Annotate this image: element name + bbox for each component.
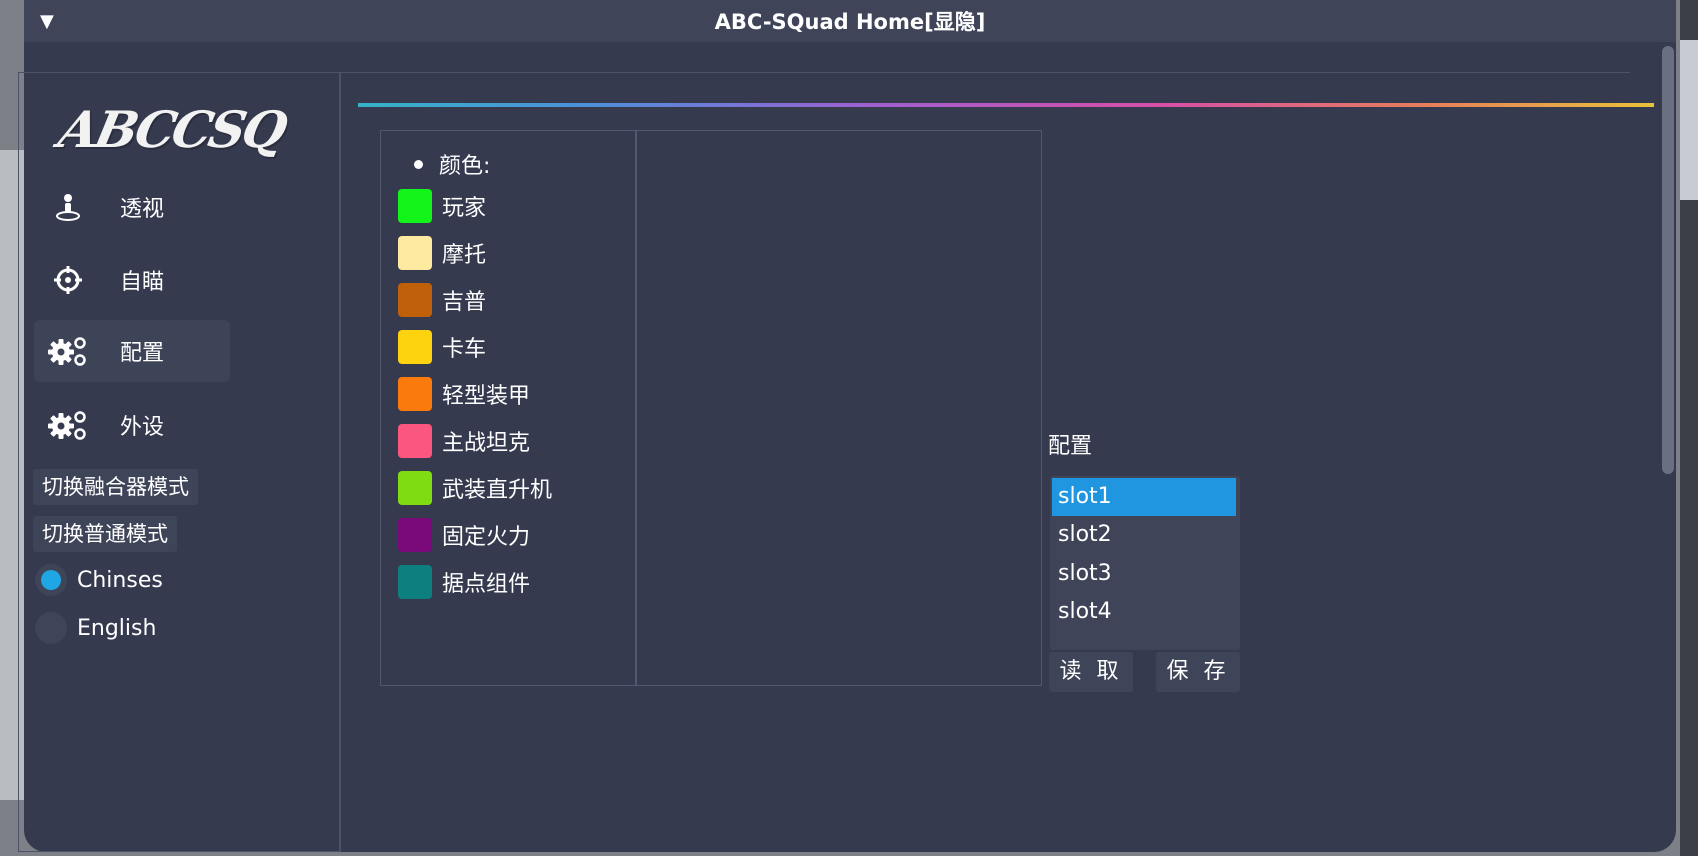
language-radio-english[interactable]: English [35, 612, 156, 644]
colors-header-text: 颜色: [439, 154, 491, 179]
colors-header: 颜色: [414, 148, 490, 180]
empty-panel [636, 130, 1042, 686]
radio-dot[interactable] [35, 564, 67, 596]
radio-fill [41, 570, 61, 590]
radio-dot[interactable] [35, 612, 67, 644]
color-swatch[interactable] [398, 236, 432, 270]
sidebar-item-label: 透视 [120, 197, 165, 222]
sidebar-item-peripherals[interactable]: 外设 [34, 394, 230, 456]
color-label: 玩家 [442, 196, 487, 221]
color-label: 吉普 [442, 290, 487, 315]
background-strip [1680, 40, 1698, 200]
color-row-outpost-component[interactable]: 据点组件 [398, 564, 530, 600]
slot-item[interactable]: slot4 [1052, 593, 1236, 631]
person-pin-icon [38, 192, 98, 222]
switch-fusion-mode-button[interactable]: 切换融合器模式 [33, 469, 198, 505]
gears-icon [38, 335, 98, 367]
color-row-light-armor[interactable]: 轻型装甲 [398, 376, 530, 412]
color-row-player[interactable]: 玩家 [398, 188, 486, 224]
color-label: 武装直升机 [442, 478, 553, 503]
color-swatch[interactable] [398, 377, 432, 411]
scrollbar[interactable] [1662, 46, 1674, 474]
crosshair-icon [38, 265, 98, 295]
slot-item[interactable]: slot1 [1052, 478, 1236, 516]
sidebar-item-label: 自瞄 [120, 270, 165, 295]
color-label: 主战坦克 [442, 431, 531, 456]
background-right [1680, 0, 1698, 856]
language-radio-chinese[interactable]: Chinses [35, 564, 163, 596]
color-label: 固定火力 [442, 525, 531, 550]
color-row-main-tank[interactable]: 主战坦克 [398, 423, 530, 459]
sidebar-item-config[interactable]: 配置 [34, 320, 230, 382]
sidebar-item-label: 外设 [120, 415, 165, 440]
switch-normal-mode-button[interactable]: 切换普通模式 [33, 516, 177, 552]
logo: ABCCSQ [53, 100, 290, 159]
window-title: ABC-SQuad Home[显隐] [714, 10, 986, 34]
radio-label: Chinses [77, 567, 163, 593]
gradient-divider [358, 103, 1654, 107]
color-row-jeep[interactable]: 吉普 [398, 282, 486, 318]
color-row-emplacement[interactable]: 固定火力 [398, 517, 530, 553]
title-bar[interactable]: ▼ ABC-SQuad Home[显隐] [24, 0, 1676, 42]
slot-item[interactable]: slot2 [1052, 516, 1236, 554]
color-label: 卡车 [442, 337, 487, 362]
color-swatch[interactable] [398, 424, 432, 458]
color-swatch[interactable] [398, 471, 432, 505]
color-swatch[interactable] [398, 189, 432, 223]
config-label: 配置 [1048, 434, 1093, 459]
slot-item[interactable]: slot3 [1052, 555, 1236, 593]
color-label: 摩托 [442, 243, 487, 268]
color-swatch[interactable] [398, 330, 432, 364]
color-swatch[interactable] [398, 518, 432, 552]
collapse-triangle-icon[interactable]: ▼ [40, 11, 54, 32]
color-swatch[interactable] [398, 283, 432, 317]
load-button[interactable]: 读 取 [1049, 652, 1133, 692]
color-swatch[interactable] [398, 565, 432, 599]
color-label: 轻型装甲 [442, 384, 531, 409]
color-row-attack-helicopter[interactable]: 武装直升机 [398, 470, 552, 506]
sidebar-item-esp[interactable]: 透视 [34, 176, 230, 238]
gears-icon [38, 409, 98, 441]
color-row-truck[interactable]: 卡车 [398, 329, 486, 365]
color-row-motorbike[interactable]: 摩托 [398, 235, 486, 271]
color-label: 据点组件 [442, 572, 531, 597]
config-slot-list[interactable]: slot1 slot2 slot3 slot4 [1050, 476, 1240, 650]
sidebar-item-aimbot[interactable]: 自瞄 [34, 249, 230, 311]
bullet-icon [414, 159, 423, 169]
radio-label: English [77, 615, 157, 641]
save-button[interactable]: 保 存 [1156, 652, 1240, 692]
sidebar-item-label: 配置 [120, 341, 165, 366]
